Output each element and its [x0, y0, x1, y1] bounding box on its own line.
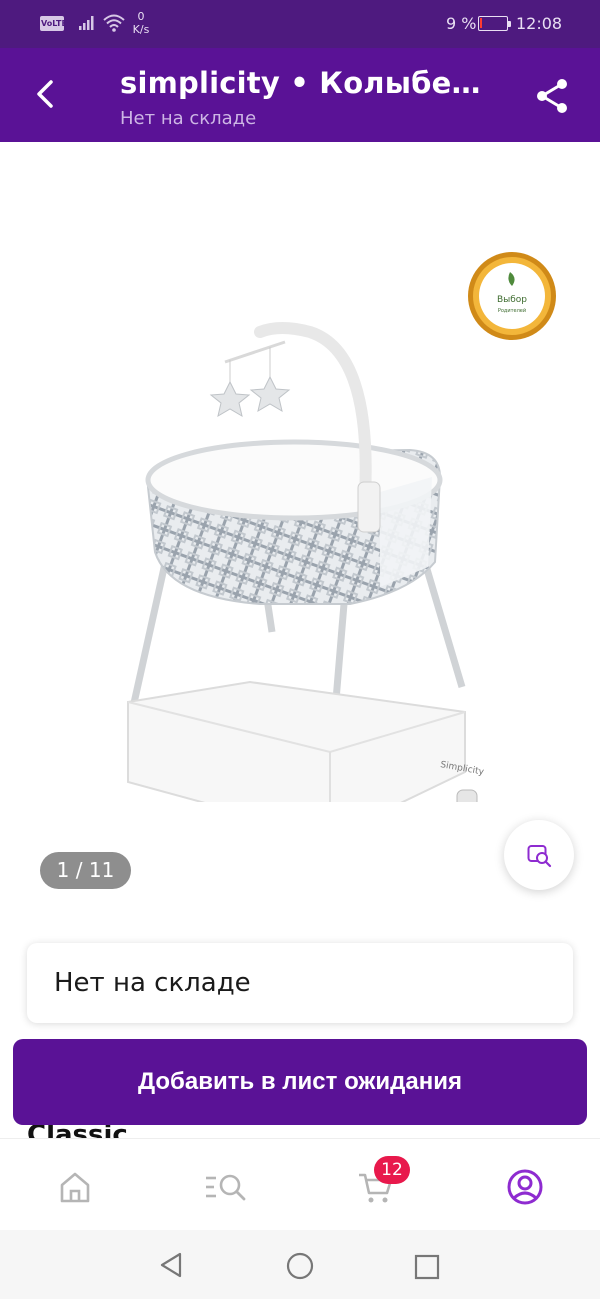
- image-counter: 1 / 11: [40, 852, 131, 889]
- share-button[interactable]: [532, 76, 572, 116]
- visual-search-button[interactable]: [504, 820, 574, 890]
- badge-text-line1: Выбор: [497, 295, 527, 305]
- parents-choice-badge: Выбор Родителей: [468, 252, 556, 340]
- signal-icon: [79, 16, 94, 30]
- stock-status-text: Нет на складе: [54, 968, 251, 998]
- bottom-navigation: [0, 1138, 600, 1230]
- product-image[interactable]: Simplicity: [110, 232, 490, 802]
- system-back-icon[interactable]: [156, 1250, 186, 1280]
- wifi-icon: [103, 14, 125, 32]
- chevron-left-icon: [37, 80, 53, 108]
- share-icon: [537, 79, 567, 113]
- system-home-icon[interactable]: [286, 1252, 314, 1280]
- back-button[interactable]: [26, 74, 66, 114]
- status-bar: VoLTE 0 K/s 9 % 12:08: [0, 0, 600, 48]
- battery-percent: 9 %: [446, 14, 477, 33]
- network-speed-unit: K/s: [132, 23, 150, 36]
- app-bar: simplicity • Колыбель Classic Нет на скл…: [0, 48, 600, 142]
- battery-icon: [478, 16, 511, 31]
- clock: 12:08: [516, 14, 563, 33]
- network-speed: 0 K/s: [130, 10, 152, 36]
- image-search-icon: [527, 845, 552, 868]
- nav-home[interactable]: [55, 1167, 95, 1207]
- cart-count-badge: 12: [374, 1156, 410, 1184]
- system-navigation-bar: [0, 1230, 600, 1299]
- volte-badge: VoLTE: [40, 16, 67, 31]
- badge-text-line2: Родителей: [498, 307, 526, 314]
- network-speed-value: 0: [137, 10, 145, 23]
- product-gallery[interactable]: Simplicity Выбор Родителей 1 / 11: [0, 142, 600, 912]
- system-recents-icon[interactable]: [414, 1254, 440, 1280]
- nav-catalog[interactable]: [204, 1167, 246, 1207]
- profile-icon: [507, 1169, 543, 1205]
- stock-status-card: Нет на складе: [27, 943, 573, 1023]
- add-to-waitlist-button[interactable]: Добавить в лист ожидания: [13, 1039, 587, 1125]
- home-icon: [60, 1172, 90, 1203]
- nav-profile[interactable]: [505, 1167, 545, 1207]
- page-subtitle: Нет на складе: [120, 108, 257, 129]
- catalog-search-icon: [206, 1174, 246, 1201]
- page-title: simplicity • Колыбель Classic: [120, 66, 500, 100]
